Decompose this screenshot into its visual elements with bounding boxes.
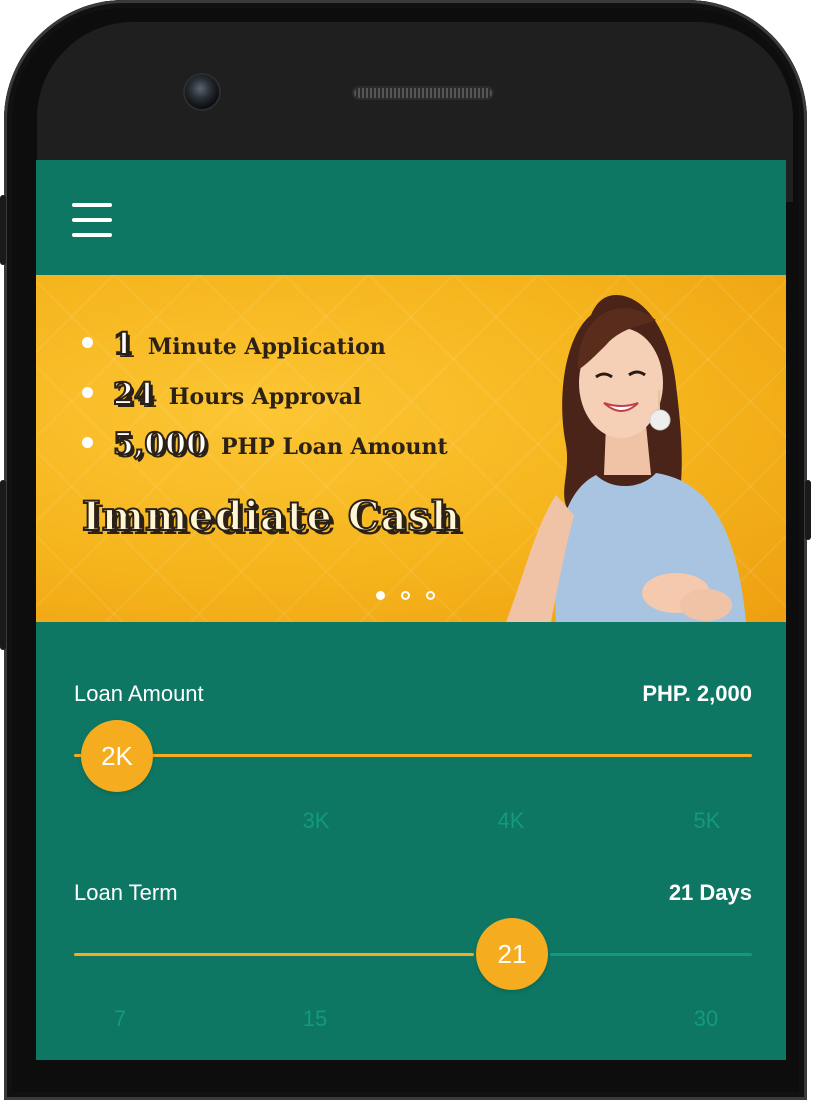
front-camera: [185, 75, 219, 109]
app-screen: 1 Minute Application 24 Hours Approval 5…: [36, 160, 786, 1060]
carousel-indicator: [376, 591, 435, 600]
app-header: [36, 160, 786, 275]
carousel-dot[interactable]: [426, 591, 435, 600]
loan-amount-label: Loan Amount: [74, 681, 204, 706]
loan-term-slider-track[interactable]: [550, 953, 752, 956]
banner-woman-image: [506, 295, 746, 622]
hamburger-icon[interactable]: [72, 203, 112, 237]
banner-headline: Immediate Cash: [81, 492, 462, 541]
loan-term-slider-thumb[interactable]: 21: [476, 918, 548, 990]
phone-frame: 1 Minute Application 24 Hours Approval 5…: [0, 0, 811, 1100]
bullet-number: 5,000: [112, 426, 208, 463]
bullet-number: 1: [112, 326, 135, 363]
loan-term-label: Loan Term: [74, 880, 178, 905]
loan-term-tick: 7: [113, 1006, 127, 1031]
volume-button: [0, 195, 6, 265]
banner-bullet: 1 Minute Application: [82, 326, 386, 363]
loan-amount-slider-thumb[interactable]: 2K: [81, 720, 153, 792]
banner-bullet: 24 Hours Approval: [82, 376, 362, 413]
loan-term-value: 21 Days: [668, 880, 752, 905]
bullet-text: PHP Loan Amount: [220, 434, 448, 460]
loan-amount-tick: 3K: [302, 808, 330, 833]
loan-amount-tick: 5K: [693, 808, 721, 833]
loan-term-tick: 30: [693, 1006, 719, 1031]
earpiece-speaker: [354, 88, 492, 98]
loan-amount-value: PHP. 2,000: [642, 681, 752, 706]
carousel-dot-active[interactable]: [376, 591, 385, 600]
power-button: [805, 480, 811, 540]
loan-term-slider-track-filled[interactable]: [74, 953, 474, 956]
banner-bullet: 5,000 PHP Loan Amount: [82, 426, 448, 463]
bullet-number: 24: [112, 376, 156, 413]
bullet-text: Hours Approval: [168, 384, 362, 410]
bullet-text: Minute Application: [147, 334, 386, 360]
loan-amount-slider-track[interactable]: [74, 754, 752, 757]
promo-banner[interactable]: 1 Minute Application 24 Hours Approval 5…: [36, 275, 786, 622]
side-button: [0, 480, 6, 650]
carousel-dot[interactable]: [401, 591, 410, 600]
loan-amount-tick: 4K: [497, 808, 525, 833]
loan-term-tick: 15: [302, 1006, 328, 1031]
